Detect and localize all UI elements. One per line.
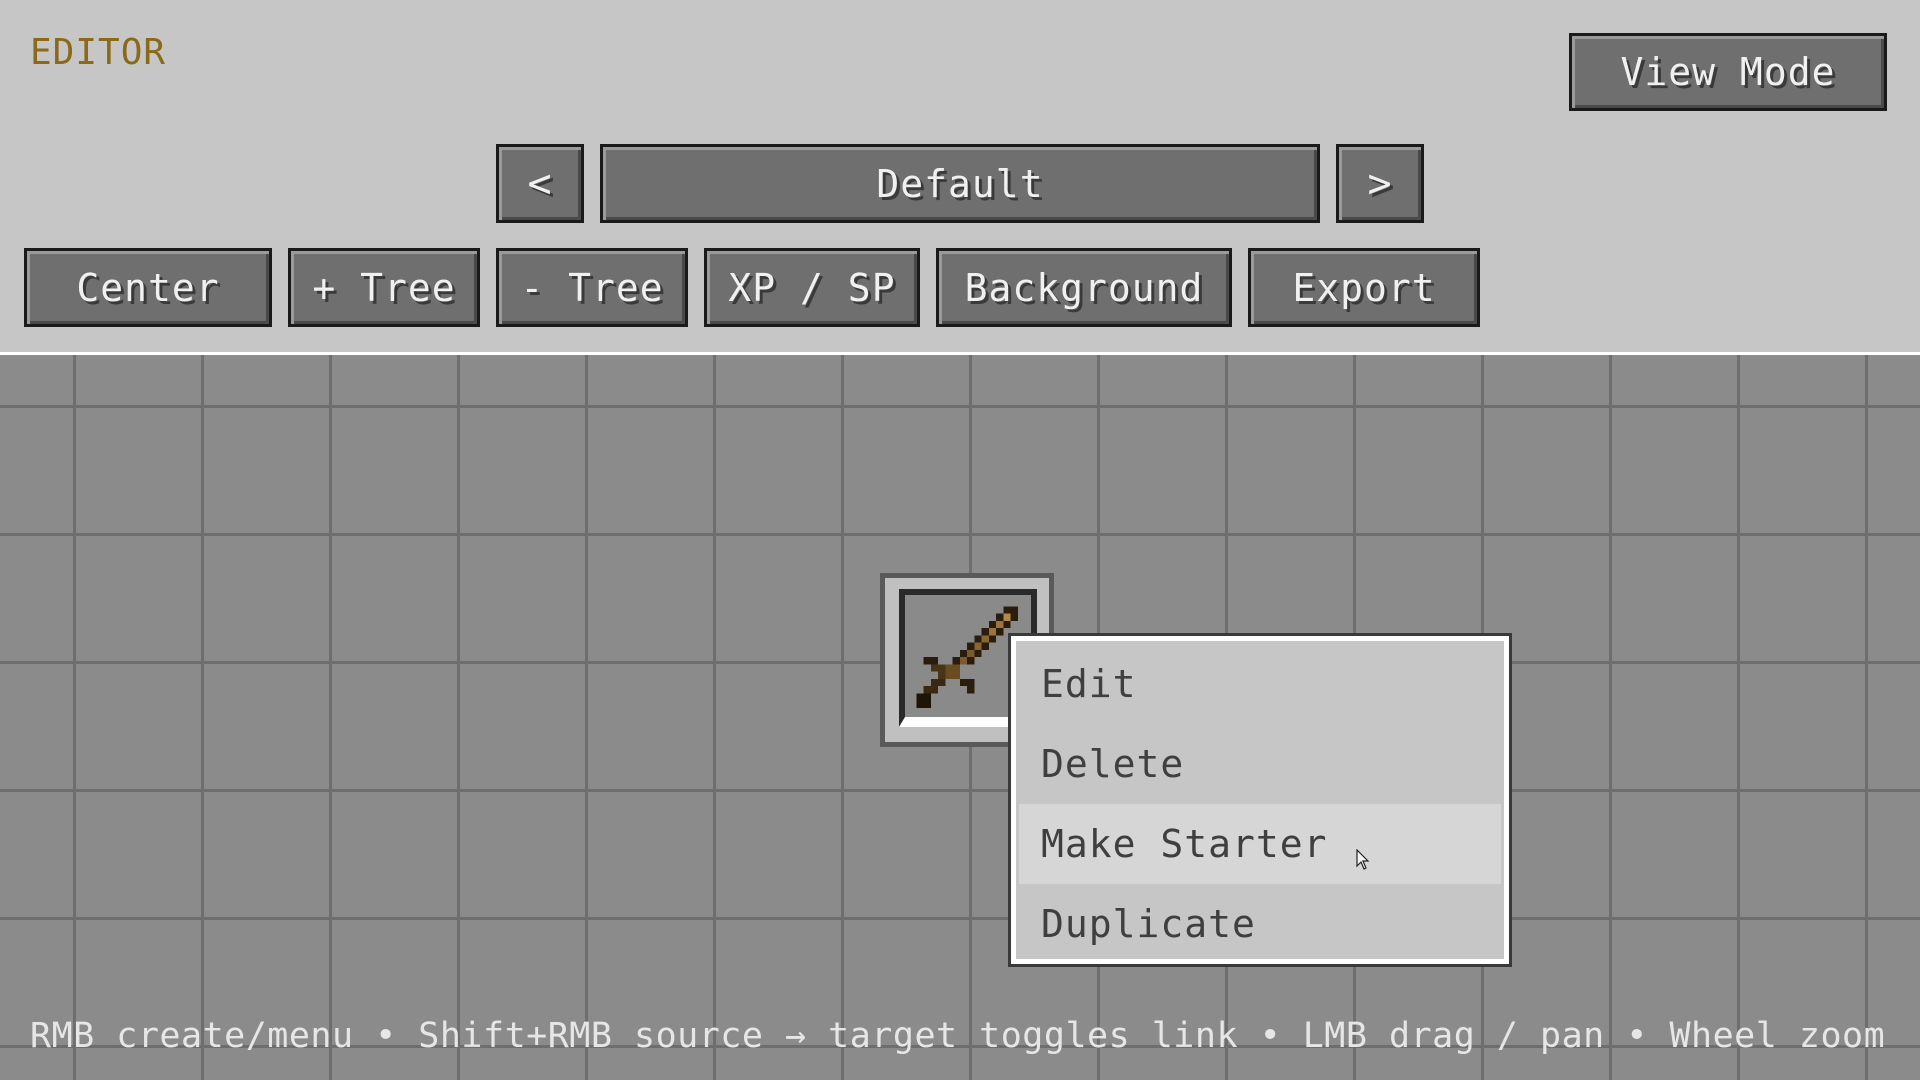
editor-title: EDITOR xyxy=(30,32,167,73)
tree-name-display[interactable]: Default xyxy=(600,144,1320,223)
context-menu: Edit Delete Make Starter Duplicate xyxy=(1008,633,1512,967)
view-mode-button[interactable]: View Mode xyxy=(1569,33,1887,111)
menu-item-duplicate[interactable]: Duplicate xyxy=(1019,884,1501,964)
next-tree-button[interactable]: > xyxy=(1336,144,1424,223)
menu-item-delete[interactable]: Delete xyxy=(1019,724,1501,804)
xp-sp-button[interactable]: XP / SP xyxy=(704,248,920,327)
center-button[interactable]: Center xyxy=(24,248,272,327)
background-button[interactable]: Background xyxy=(936,248,1232,327)
controls-help-text: RMB create/menu • Shift+RMB source → tar… xyxy=(30,1016,1886,1056)
export-button[interactable]: Export xyxy=(1248,248,1480,327)
prev-tree-button[interactable]: < xyxy=(496,144,584,223)
menu-item-make-starter[interactable]: Make Starter xyxy=(1019,804,1501,884)
add-tree-button[interactable]: + Tree xyxy=(288,248,480,327)
menu-item-edit[interactable]: Edit xyxy=(1019,644,1501,724)
editor-screen: EDITOR View Mode < Default > Center + Tr… xyxy=(0,0,1920,1080)
mouse-cursor-icon xyxy=(1356,849,1370,870)
remove-tree-button[interactable]: - Tree xyxy=(496,248,688,327)
